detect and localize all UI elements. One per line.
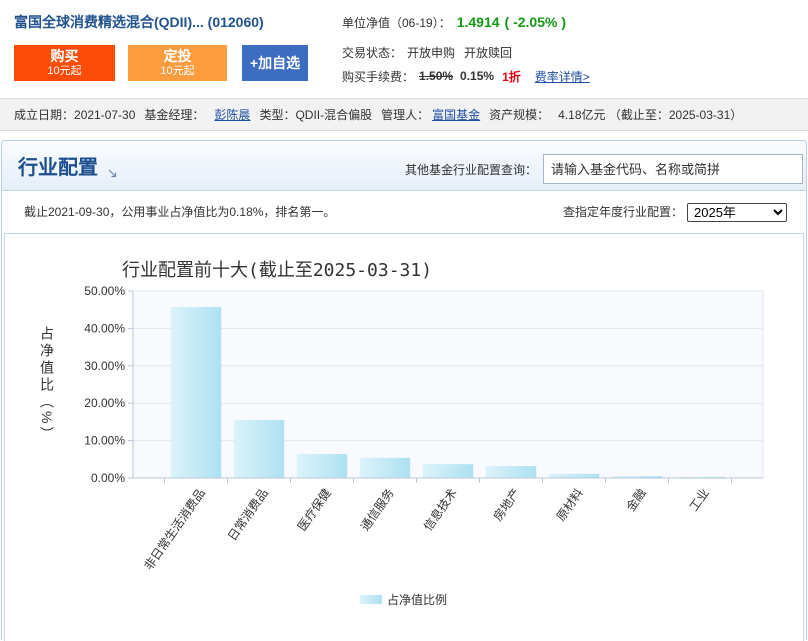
bar	[422, 464, 474, 478]
legend-label: 占净值比例	[387, 592, 447, 607]
x-tick-label: 房地产	[490, 486, 523, 524]
industry-bar-chart: 行业配置前十大(截止至2025-03-31) 0.00% 10.00% 20.00%…	[84, 260, 764, 607]
bar	[548, 473, 600, 478]
nav-row: 单位净值（06-19）： 1.4914 ( -2.05% )	[342, 12, 566, 32]
fund-title[interactable]: 富国全球消费精选混合(QDII)... (012060)	[14, 12, 264, 32]
fund-size-value: 4.18亿元 （截止至：2025-03-31）	[558, 108, 743, 122]
nav-label: 单位净值（06-19）：	[342, 15, 451, 30]
fee-label: 购买手续费：	[342, 69, 415, 84]
fee-current-rate: 0.15%	[460, 69, 495, 83]
legend-swatch	[360, 595, 382, 604]
fund-query-label: 其他基金行业配置查询：	[404, 163, 537, 177]
trade-status-row: 交易状态： 开放申购 开放赎回	[342, 43, 512, 61]
fund-company-label: 管理人：	[381, 108, 430, 122]
arrow-down-right-icon	[108, 169, 117, 178]
x-tick-label: 医疗保健	[295, 486, 334, 533]
plot-background	[133, 291, 763, 478]
add-to-watchlist-button[interactable]: +加自选	[242, 45, 308, 81]
manager-label: 基金经理：	[144, 108, 205, 122]
fund-type-value: QDII-混合偏股	[295, 108, 373, 122]
y-tick-label: 20.00%	[84, 396, 125, 410]
bar	[170, 307, 222, 478]
auto-invest-button[interactable]: 定投 10元起	[128, 45, 227, 81]
x-tick-label: 通信服务	[357, 486, 397, 534]
y-tick-label: 10.00%	[84, 434, 125, 448]
chart-title: 行业配置前十大(截止至2025-03-31)	[122, 260, 432, 281]
bar	[233, 420, 285, 478]
chart-box: 占净值比（%） 行业配置前十大(截止至2025-03-31) 0.00% 10.0…	[4, 233, 804, 641]
trade-status-label: 交易状态：	[342, 45, 403, 60]
buy-button[interactable]: 购买 10元起	[14, 45, 115, 81]
year-select[interactable]: 2025年	[687, 203, 787, 222]
bar	[296, 454, 348, 478]
fund-company-link[interactable]: 富国基金	[432, 106, 480, 123]
bar	[485, 466, 537, 478]
bar	[359, 457, 411, 478]
fee-discount: 1折	[502, 69, 521, 84]
y-tick-label: 50.00%	[84, 284, 125, 298]
buy-button-label: 购买	[50, 48, 79, 64]
fee-detail-link[interactable]: 费率详情>	[535, 68, 590, 85]
purchase-status: 开放申购	[407, 45, 456, 60]
industry-allocation-panel: 行业配置 其他基金行业配置查询： 截止2021-09-30，公用事业占净值比为0…	[1, 140, 807, 641]
fund-info-bar: 成立日期： 2021-07-30 基金经理： 彭陈晨 类型： QDII-混合偏股…	[0, 98, 808, 131]
section-title: 行业配置	[18, 157, 98, 179]
fund-size-label: 资产规模：	[489, 108, 550, 122]
chart-grid	[133, 290, 764, 478]
y-tick-label: 0.00%	[91, 471, 125, 485]
section-note: 截止2021-09-30，公用事业占净值比为0.18%，排名第一。	[24, 205, 336, 219]
y-tick-label: 40.00%	[84, 321, 125, 335]
x-tick-label: 原材料	[554, 486, 586, 524]
panel-header: 行业配置 其他基金行业配置查询：	[2, 141, 806, 191]
y-tick-label: 30.00%	[84, 359, 125, 373]
x-tick-label: 信息技术	[420, 486, 460, 534]
auto-invest-button-min-amount: 10元起	[160, 65, 195, 77]
fund-type-label: 类型：	[259, 108, 296, 122]
fee-row: 购买手续费： 1.50% 0.15% 1折 费率详情>	[342, 67, 590, 85]
fund-query-input[interactable]	[543, 154, 803, 184]
redeem-status: 开放赎回	[464, 45, 513, 60]
fee-original-rate: 1.50%	[419, 69, 454, 83]
x-tick-label: 非日常生活消费品	[141, 486, 208, 573]
nav-value: 1.4914	[456, 14, 500, 30]
auto-invest-button-label: 定投	[163, 48, 192, 64]
chart-legend[interactable]: 占净值比例	[360, 592, 447, 607]
manager-link[interactable]: 彭陈晨	[214, 106, 250, 123]
nav-change: ( -2.05% )	[504, 14, 566, 30]
year-select-label: 查指定年度行业配置：	[563, 205, 684, 219]
x-tick-label: 金融	[623, 486, 649, 514]
x-tick-label: 工业	[687, 486, 712, 514]
buy-button-min-amount: 10元起	[47, 65, 82, 77]
established-label: 成立日期：	[14, 108, 75, 122]
x-tick-label: 日常消费品	[225, 486, 271, 543]
established-date: 2021-07-30	[74, 107, 136, 122]
